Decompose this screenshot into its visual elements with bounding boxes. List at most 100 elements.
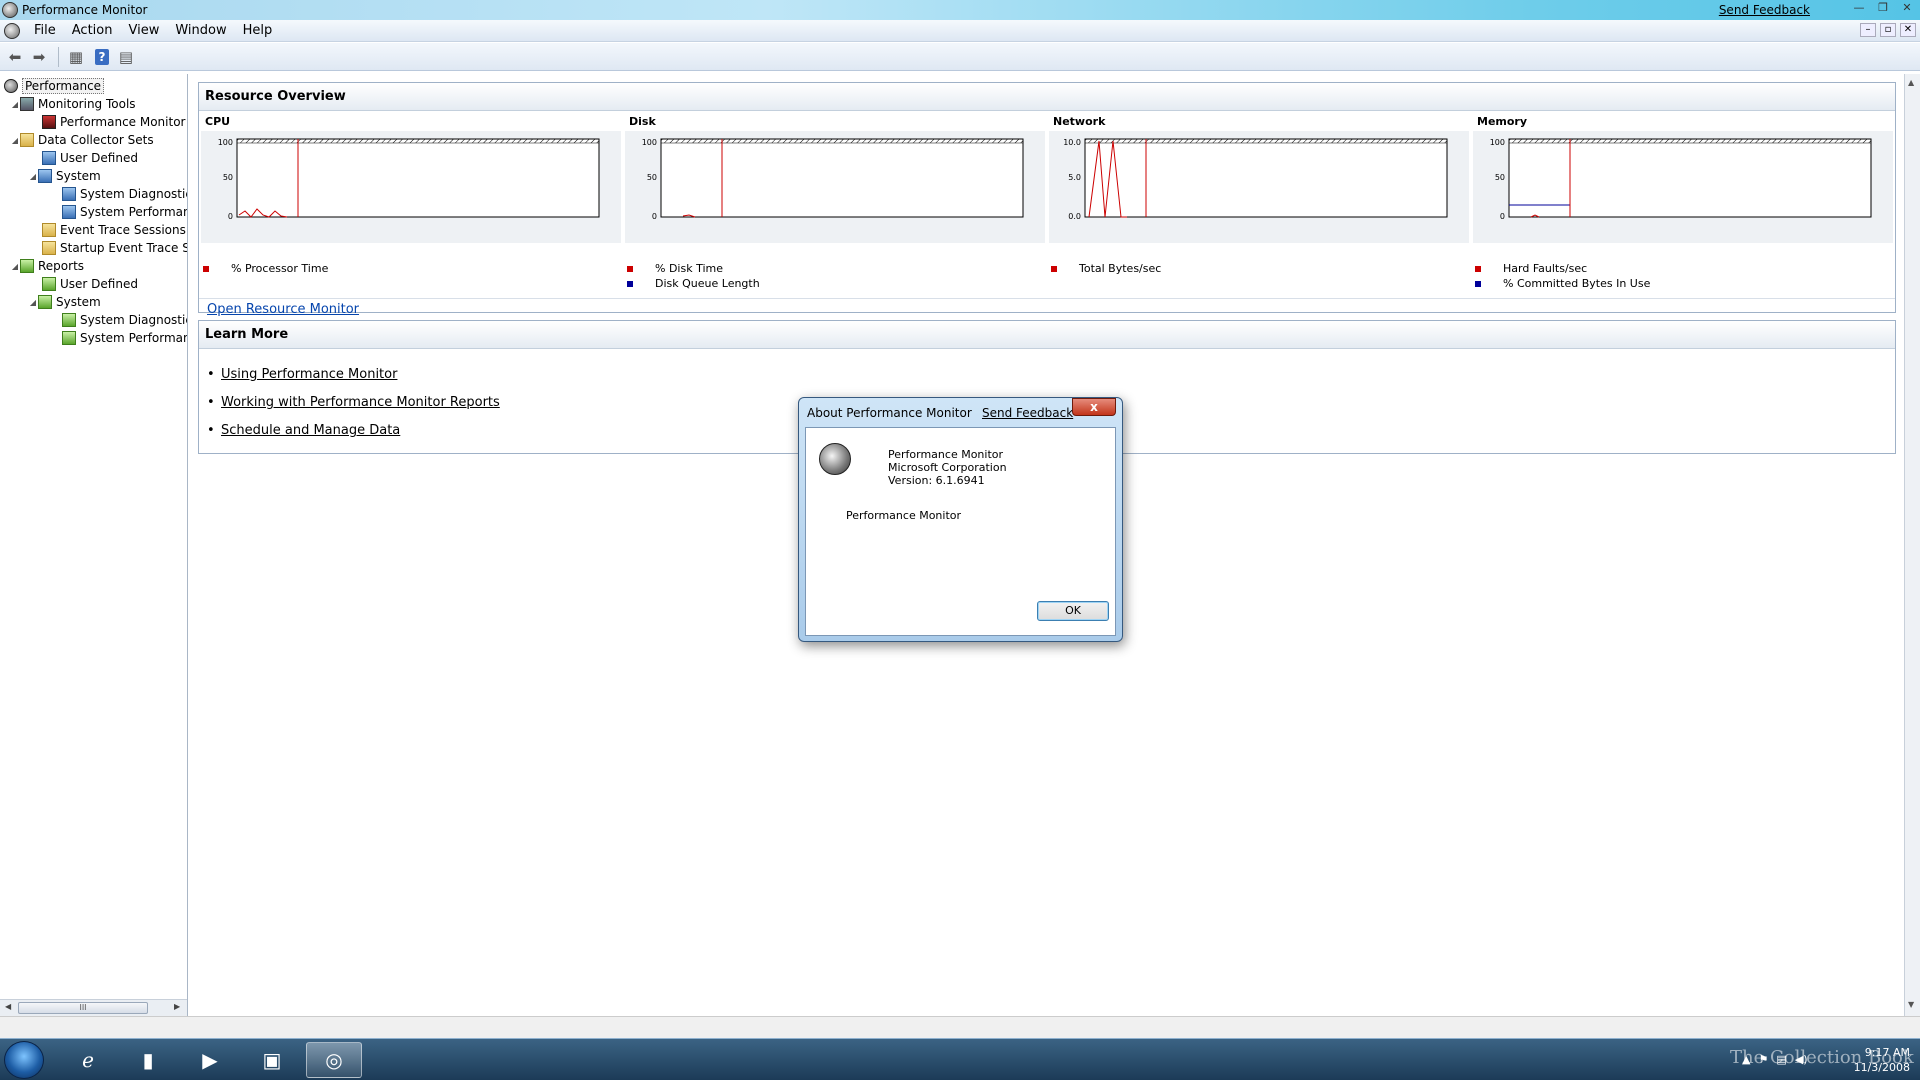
tree-item-dcs-system[interactable]: ◢ System	[28, 167, 101, 185]
network-legend-item: Total Bytes/sec	[1051, 262, 1161, 275]
tree-item-label: Performance	[22, 78, 105, 94]
tree-horizontal-scrollbar[interactable]: ◀ III ▶	[0, 999, 187, 1016]
collapse-arrow-icon[interactable]: ◢	[10, 262, 20, 271]
internet-explorer-icon[interactable]: ℯ	[60, 1042, 116, 1078]
explorer-folder-icon[interactable]: ▮	[120, 1042, 176, 1078]
tree-item-dcs-user-defined[interactable]: User Defined	[42, 149, 138, 167]
remote-desktop-icon[interactable]: ▣	[244, 1042, 300, 1078]
folder-icon	[42, 223, 56, 237]
network-chart-plot: 10.0 5.0 0.0	[1063, 138, 1448, 221]
y-tick-label: 50	[647, 173, 657, 182]
legend-label: % Processor Time	[231, 262, 329, 275]
memory-legend-item: Hard Faults/sec	[1475, 262, 1587, 275]
tools-icon	[20, 97, 34, 111]
legend-label: % Committed Bytes In Use	[1503, 277, 1651, 290]
minimize-button[interactable]: —	[1850, 1, 1868, 15]
tree-item-performance-monitor[interactable]: Performance Monitor	[42, 113, 185, 131]
tree-item-reports-system[interactable]: ◢ System	[28, 293, 101, 311]
volume-icon[interactable]: ◀)	[1795, 1053, 1808, 1066]
disk-legend-item: % Disk Time	[627, 262, 723, 275]
flag-icon[interactable]: ⚑	[1758, 1053, 1768, 1066]
menu-window[interactable]: Window	[167, 23, 234, 38]
menu-help[interactable]: Help	[235, 23, 281, 38]
title-bar: Performance Monitor Send Feedback — ❐ ✕	[0, 0, 1920, 20]
performance-monitor-task-icon[interactable]: ◎	[306, 1042, 362, 1078]
menu-action[interactable]: Action	[64, 23, 121, 38]
tree-item-label: System Performanc	[80, 331, 188, 345]
tree-item-reports-user-defined[interactable]: User Defined	[42, 275, 138, 293]
close-button[interactable]: ✕	[1898, 1, 1916, 15]
mdi-minimize-button[interactable]: –	[1860, 23, 1876, 37]
tree-item-label: Startup Event Trace Ses	[60, 241, 187, 255]
tree-item-dcs-system-diagnostics[interactable]: System Diagnostics	[62, 185, 187, 203]
clock-time: 9:17 AM	[1864, 1046, 1910, 1059]
schedule-manage-data-link[interactable]: Schedule and Manage Data	[221, 423, 400, 438]
collapse-arrow-icon[interactable]: ◢	[28, 172, 38, 181]
show-hidden-icons-icon[interactable]: ▲	[1742, 1053, 1750, 1066]
ok-button[interactable]: OK	[1037, 601, 1109, 621]
working-with-reports-link[interactable]: Working with Performance Monitor Reports	[221, 395, 500, 410]
tree-item-event-trace-sessions[interactable]: Event Trace Sessions	[42, 221, 186, 239]
media-player-icon[interactable]: ▶	[182, 1042, 238, 1078]
tree-item-data-collector-sets[interactable]: ◢ Data Collector Sets	[10, 131, 154, 149]
legend-swatch	[1051, 265, 1057, 272]
tree-item-reports-system-performance[interactable]: System Performanc	[62, 329, 188, 347]
resource-overview-title: Resource Overview	[199, 83, 1895, 111]
disk-legend-item: Disk Queue Length	[627, 277, 760, 290]
open-resource-monitor-link[interactable]: Open Resource Monitor	[207, 302, 359, 317]
system-menu-icon[interactable]	[4, 22, 20, 39]
help-icon[interactable]: ?	[95, 48, 109, 65]
chart-title: Memory	[1477, 115, 1528, 128]
scrollbar-thumb[interactable]: III	[18, 1002, 148, 1014]
tree-item-performance[interactable]: Performance	[4, 77, 105, 95]
scroll-up-arrow-icon[interactable]: ▲	[1908, 78, 1914, 87]
legend-swatch	[1475, 265, 1481, 272]
collapse-arrow-icon[interactable]: ◢	[10, 100, 20, 109]
network-chart: Network 10.0 5.0 0.0	[1049, 113, 1469, 253]
list-item: Using Performance Monitor	[207, 367, 397, 382]
tree-item-reports-system-diagnostics[interactable]: System Diagnostics	[62, 311, 188, 329]
console-tree: Performance ◢ Monitoring Tools Performan…	[0, 74, 188, 1016]
clock[interactable]: 9:17 AM 11/3/2008	[1854, 1045, 1910, 1075]
y-tick-label: 0	[1500, 212, 1505, 221]
tree-item-startup-event-trace[interactable]: Startup Event Trace Ses	[42, 239, 187, 257]
report-icon	[62, 331, 76, 345]
tree-item-monitoring-tools[interactable]: ◢ Monitoring Tools	[10, 95, 136, 113]
dialog-close-button[interactable]: x	[1072, 398, 1116, 416]
menu-file[interactable]: File	[26, 23, 64, 38]
scroll-down-arrow-icon[interactable]: ▼	[1908, 1000, 1914, 1009]
forward-arrow-icon[interactable]: ➡	[28, 46, 50, 68]
send-feedback-link[interactable]: Send Feedback	[1719, 3, 1810, 17]
tree-item-dcs-system-performance[interactable]: System Performanc	[62, 203, 187, 221]
y-tick-label: 50	[1495, 173, 1505, 182]
version-text: Version: 6.1.6941	[888, 474, 985, 487]
dialog-send-feedback-link[interactable]: Send Feedback	[982, 406, 1073, 420]
details-vertical-scrollbar[interactable]: ▲ ▼	[1904, 74, 1920, 1016]
scroll-right-arrow-icon[interactable]: ▶	[174, 1002, 180, 1011]
chart-title: CPU	[205, 115, 231, 128]
maximize-button[interactable]: ❐	[1874, 1, 1892, 15]
tree-item-label: System Diagnostics	[80, 313, 188, 327]
menu-view[interactable]: View	[120, 23, 167, 38]
clock-date: 11/3/2008	[1853, 1061, 1910, 1074]
show-hide-action-pane-icon[interactable]: ▤	[115, 46, 137, 68]
toolbar-separator	[58, 46, 59, 67]
dialog-title: About Performance Monitor	[807, 406, 972, 420]
y-tick-label: 0.0	[1068, 212, 1081, 221]
mdi-controls: – ▫ ✕	[1860, 23, 1916, 37]
scroll-left-arrow-icon[interactable]: ◀	[5, 1002, 11, 1011]
collapse-arrow-icon[interactable]: ◢	[10, 136, 20, 145]
report-icon	[42, 277, 56, 291]
show-hide-console-tree-icon[interactable]: ▦	[65, 46, 87, 68]
resource-overview-panel: Resource Overview CPU 100 50 0 % Process…	[198, 82, 1896, 317]
start-button[interactable]	[4, 1041, 44, 1079]
cpu-legend-item: % Processor Time	[203, 262, 328, 275]
tree-item-reports[interactable]: ◢ Reports	[10, 257, 84, 275]
network-icon[interactable]: ▤	[1776, 1053, 1786, 1066]
cpu-chart: CPU 100 50 0	[201, 113, 621, 253]
using-performance-monitor-link[interactable]: Using Performance Monitor	[221, 367, 397, 382]
back-arrow-icon[interactable]: ⬅	[4, 46, 26, 68]
mdi-close-button[interactable]: ✕	[1900, 23, 1916, 37]
collapse-arrow-icon[interactable]: ◢	[28, 298, 38, 307]
mdi-restore-button[interactable]: ▫	[1880, 23, 1896, 37]
